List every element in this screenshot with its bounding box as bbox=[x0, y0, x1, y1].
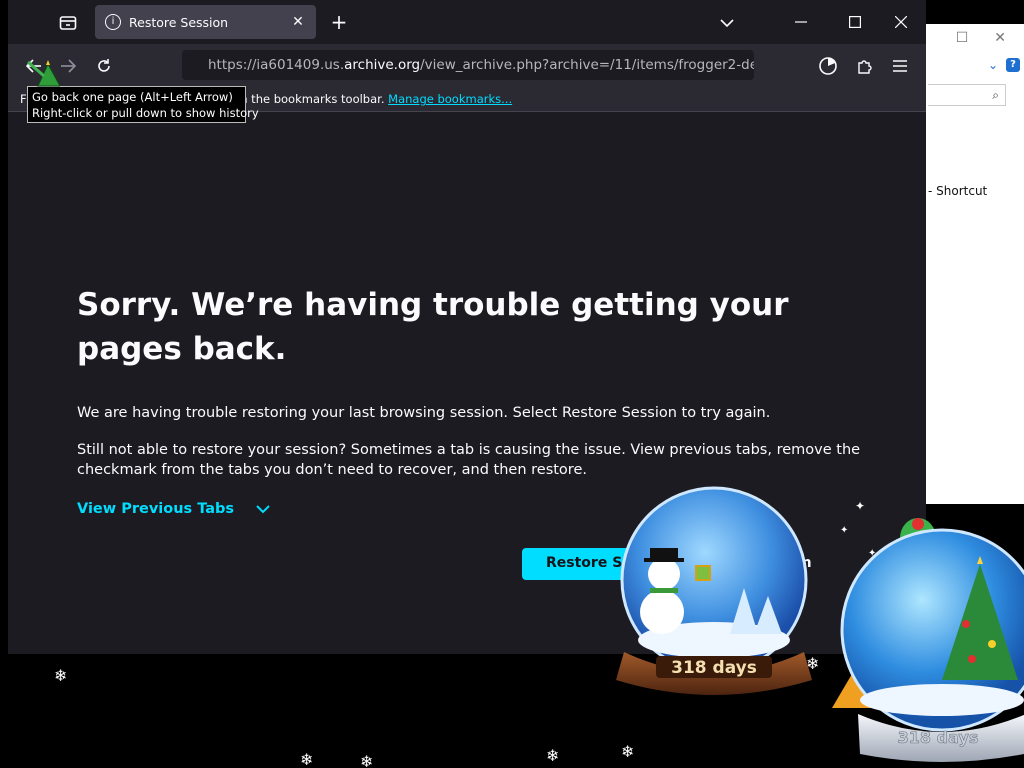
page-title: Sorry. We’re having trouble getting your… bbox=[77, 287, 789, 367]
manage-bookmarks-link[interactable]: Manage bookmarks... bbox=[388, 92, 512, 106]
minimize-button[interactable] bbox=[786, 8, 816, 36]
file-label[interactable]: - Shortcut bbox=[928, 184, 987, 198]
back-button-tooltip: Go back one page (Alt+Left Arrow) Right-… bbox=[27, 86, 259, 123]
bg-titlebar: ☐ ✕ bbox=[924, 24, 1024, 52]
url-text[interactable]: https://ia601409.us.archive.org/view_arc… bbox=[208, 57, 754, 73]
hamburger-icon bbox=[893, 60, 907, 72]
maximize-button[interactable] bbox=[840, 8, 870, 36]
timer-icon bbox=[819, 57, 837, 75]
maximize-icon[interactable]: ☐ bbox=[956, 30, 969, 46]
view-previous-tabs-toggle[interactable]: View Previous Tabs bbox=[77, 501, 270, 517]
url-prefix: https://ia601409.us. bbox=[208, 57, 345, 73]
chevron-down-icon bbox=[256, 504, 270, 513]
close-window-button[interactable] bbox=[886, 8, 916, 36]
navigation-toolbar: https://ia601409.us.archive.org/view_arc… bbox=[8, 44, 926, 86]
tab-restore-session[interactable]: i Restore Session ✕ bbox=[95, 5, 316, 39]
maximize-icon bbox=[849, 16, 861, 28]
close-icon bbox=[895, 16, 907, 28]
christmas-tree-snow-globe[interactable]: 318 days bbox=[832, 494, 1024, 768]
bookmarks-text-fragment: F bbox=[20, 92, 27, 106]
minimize-icon bbox=[795, 21, 807, 23]
restore-help-text: Still not able to restore your session? … bbox=[77, 442, 861, 478]
new-tab-button[interactable]: + bbox=[326, 10, 352, 36]
close-icon[interactable]: ✕ bbox=[994, 30, 1006, 46]
firefox-view-button[interactable] bbox=[54, 10, 82, 36]
bg-ribbon-row: ⌄ ? bbox=[924, 54, 1024, 76]
url-path: /view_archive.php?archive=/11/items/frog… bbox=[420, 57, 754, 73]
chevron-down-icon[interactable]: ⌄ bbox=[988, 58, 998, 72]
close-tab-icon[interactable]: ✕ bbox=[290, 14, 306, 30]
snowflake-icon: ❄ bbox=[546, 746, 560, 765]
menu-button[interactable] bbox=[886, 52, 914, 80]
globe-counter-label: 318 days bbox=[671, 658, 757, 678]
chevron-down-icon bbox=[720, 19, 734, 28]
puzzle-piece-icon bbox=[858, 60, 872, 74]
snowflake-icon: ❄ bbox=[621, 742, 635, 761]
search-icon: ⌕ bbox=[992, 88, 999, 102]
snowflake-icon: ❄ bbox=[54, 666, 68, 685]
url-host: archive.org bbox=[344, 57, 421, 73]
tab-strip: i Restore Session ✕ + bbox=[8, 0, 926, 44]
globe-counter-label: 318 days bbox=[898, 728, 979, 747]
url-bar[interactable]: https://ia601409.us.archive.org/view_arc… bbox=[182, 50, 754, 80]
bookmarks-message: re on the bookmarks toolbar. Manage book… bbox=[218, 92, 512, 106]
reload-icon bbox=[98, 59, 110, 72]
forward-arrow-icon bbox=[61, 59, 76, 73]
background-explorer-window[interactable]: ☐ ✕ ⌄ ? ⌕ - Shortcut bbox=[924, 24, 1024, 504]
extensions-button[interactable] bbox=[851, 52, 879, 80]
tooltip-line-1: Go back one page (Alt+Left Arrow) bbox=[32, 90, 233, 104]
list-all-tabs-button[interactable] bbox=[714, 10, 740, 36]
reload-button[interactable] bbox=[90, 52, 118, 80]
tooltip-line-2: Right-click or pull down to show history bbox=[32, 106, 259, 120]
snowflake-icon: ❄ bbox=[300, 750, 314, 768]
bg-search-box[interactable]: ⌕ bbox=[928, 84, 1006, 106]
restore-description: We are having trouble restoring your las… bbox=[77, 405, 771, 421]
snowflake-icon: ❄ bbox=[360, 752, 374, 768]
view-previous-tabs-label: View Previous Tabs bbox=[77, 501, 235, 517]
desktop: ☐ ✕ ⌄ ? ⌕ - Shortcut i Restore Session ✕ bbox=[0, 0, 1024, 768]
account-button[interactable] bbox=[814, 52, 842, 80]
firefox-view-icon bbox=[59, 16, 77, 30]
help-icon[interactable]: ? bbox=[1006, 58, 1020, 72]
christmas-tree-cursor-icon bbox=[27, 60, 60, 87]
snowman-snow-globe[interactable]: 318 days bbox=[604, 484, 822, 706]
info-icon: i bbox=[105, 14, 121, 30]
tab-title: Restore Session bbox=[129, 14, 229, 30]
